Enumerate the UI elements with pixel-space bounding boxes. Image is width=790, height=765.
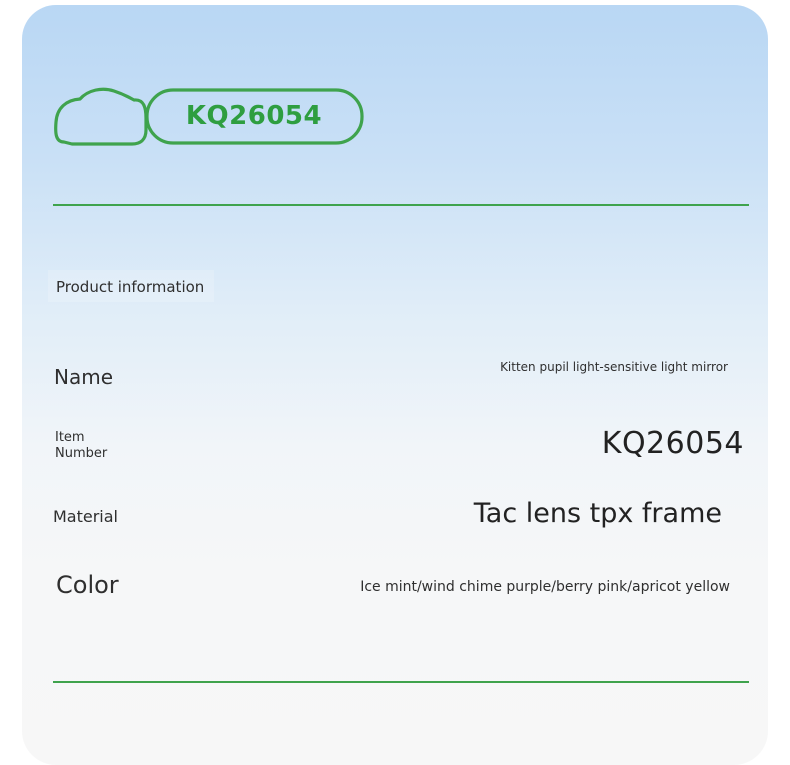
top-divider xyxy=(53,204,749,206)
item-label-line2: Number xyxy=(55,446,108,461)
section-title: Product information xyxy=(48,270,215,302)
sku-badge: KQ26054 xyxy=(185,101,323,131)
item-number-label: Item Number xyxy=(55,430,125,462)
name-label: Name xyxy=(54,365,114,389)
material-label: Material xyxy=(53,507,118,526)
item-label-line1: Item xyxy=(55,430,85,445)
item-number-value: KQ26054 xyxy=(601,426,744,461)
material-value: Tac lens tpx frame xyxy=(473,498,722,529)
color-label: Color xyxy=(56,571,119,599)
color-value: Ice mint/wind chime purple/berry pink/ap… xyxy=(360,579,730,595)
name-value: Kitten pupil light-sensitive light mirro… xyxy=(500,360,728,374)
bottom-divider xyxy=(53,681,749,683)
